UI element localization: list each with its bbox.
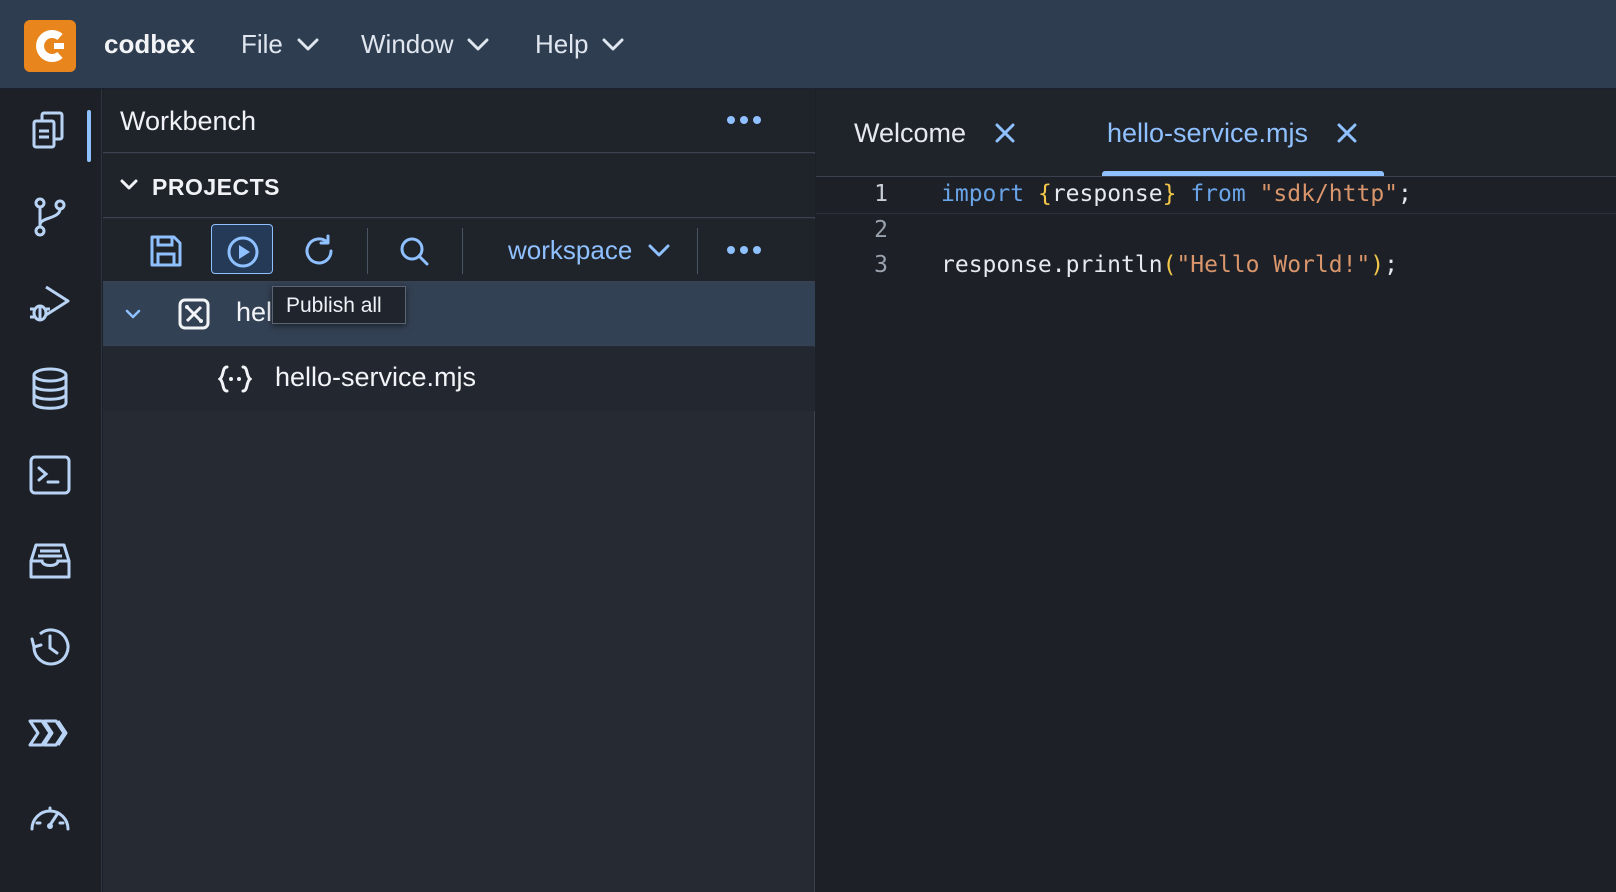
- top-bar: codbex File Window Help: [0, 0, 1616, 89]
- active-indicator: [87, 110, 91, 162]
- refresh-button[interactable]: [288, 224, 350, 274]
- chevron-down-icon: [120, 179, 138, 190]
- tab-hello-service[interactable]: hello-service.mjs: [1107, 89, 1358, 177]
- close-icon[interactable]: [994, 122, 1016, 144]
- explorer-toolbar: workspace: [103, 219, 815, 282]
- database-icon[interactable]: [26, 365, 74, 413]
- tree-item-file[interactable]: hello-service.mjs: [103, 347, 815, 411]
- code-line[interactable]: 1 import {response} from "sdk/http";: [816, 178, 1616, 214]
- chevron-down-icon: [297, 38, 319, 50]
- line-number: 3: [874, 252, 888, 278]
- toolbar-divider: [462, 228, 463, 274]
- speedometer-icon[interactable]: [26, 795, 74, 843]
- code-text[interactable]: import {response} from "sdk/http";: [941, 181, 1412, 207]
- git-branch-icon[interactable]: [26, 193, 74, 241]
- debug-icon[interactable]: [26, 279, 74, 327]
- workspace-label: workspace: [508, 235, 633, 265]
- section-title: PROJECTS: [152, 174, 280, 200]
- chevron-down-icon: [467, 38, 489, 50]
- file-label: hello-service.mjs: [275, 362, 477, 392]
- menu-window-label: Window: [361, 29, 454, 59]
- more-options-icon[interactable]: [727, 246, 761, 254]
- project-label: hel: [236, 297, 273, 327]
- code-token: "sdk/http": [1259, 181, 1399, 207]
- projects-section-header[interactable]: PROJECTS: [103, 154, 815, 218]
- code-token: "Hello World!": [1176, 252, 1371, 278]
- code-token: ;: [1384, 252, 1399, 278]
- search-button[interactable]: [383, 224, 445, 274]
- toolbar-divider: [697, 228, 698, 274]
- tab-label: hello-service.mjs: [1107, 117, 1309, 148]
- tab-label: Welcome: [854, 117, 967, 148]
- panel-header: Workbench: [103, 89, 815, 153]
- project-icon: [178, 298, 210, 330]
- toolbar-divider: [367, 228, 368, 274]
- more-options-icon[interactable]: [727, 116, 761, 124]
- close-icon[interactable]: [1336, 122, 1358, 144]
- inbox-icon[interactable]: [26, 537, 74, 585]
- code-token: {: [1037, 181, 1052, 207]
- explorer-panel: Workbench PROJECTS workspace hel hello-s…: [103, 89, 815, 892]
- editor-area: Welcome hello-service.mjs 1 import {resp…: [816, 89, 1616, 892]
- code-token: from: [1190, 181, 1246, 207]
- save-icon: [150, 235, 182, 267]
- code-token: import: [941, 181, 1025, 207]
- code-token: }: [1162, 181, 1177, 207]
- terminal-icon[interactable]: [26, 451, 74, 499]
- workspace-select[interactable]: workspace: [508, 235, 670, 266]
- chevron-down-icon: [125, 309, 141, 319]
- json-file-icon: [218, 365, 252, 393]
- code-text[interactable]: response.println("Hello World!");: [941, 252, 1398, 278]
- save-button[interactable]: [135, 224, 197, 274]
- code-line[interactable]: 3 response.println("Hello World!");: [816, 249, 1616, 285]
- menu-help[interactable]: Help: [535, 29, 624, 60]
- code-token: response: [1051, 181, 1163, 207]
- chevron-down-icon: [648, 244, 670, 256]
- play-icon: [227, 236, 259, 268]
- menu-file[interactable]: File: [241, 29, 319, 60]
- menu-window[interactable]: Window: [361, 29, 489, 60]
- line-number: 2: [874, 217, 888, 243]
- publish-all-button[interactable]: [211, 224, 273, 274]
- codbex-logo-icon[interactable]: [24, 20, 76, 72]
- history-icon[interactable]: [26, 623, 74, 671]
- files-icon[interactable]: [26, 107, 74, 155]
- refresh-icon: [305, 234, 333, 265]
- code-token: (: [1162, 252, 1177, 278]
- panel-title: Workbench: [120, 106, 257, 136]
- code-line[interactable]: 2: [816, 214, 1616, 250]
- activity-bar: [0, 89, 102, 892]
- tree-item-project[interactable]: hel: [103, 282, 815, 346]
- code-token: ;: [1398, 181, 1412, 207]
- tooltip: Publish all: [272, 286, 406, 324]
- active-tab-indicator: [1102, 171, 1384, 176]
- pipeline-icon[interactable]: [26, 709, 74, 757]
- line-number: 1: [874, 181, 888, 207]
- code-token: ): [1370, 252, 1385, 278]
- menu-file-label: File: [241, 29, 283, 59]
- chevron-down-icon: [602, 38, 624, 50]
- code-token: response.println: [941, 252, 1163, 278]
- tab-welcome[interactable]: Welcome: [854, 89, 1016, 177]
- search-icon: [400, 237, 429, 266]
- brand-name: codbex: [104, 29, 196, 59]
- editor-tabs: Welcome hello-service.mjs: [816, 89, 1616, 177]
- menu-help-label: Help: [535, 29, 589, 59]
